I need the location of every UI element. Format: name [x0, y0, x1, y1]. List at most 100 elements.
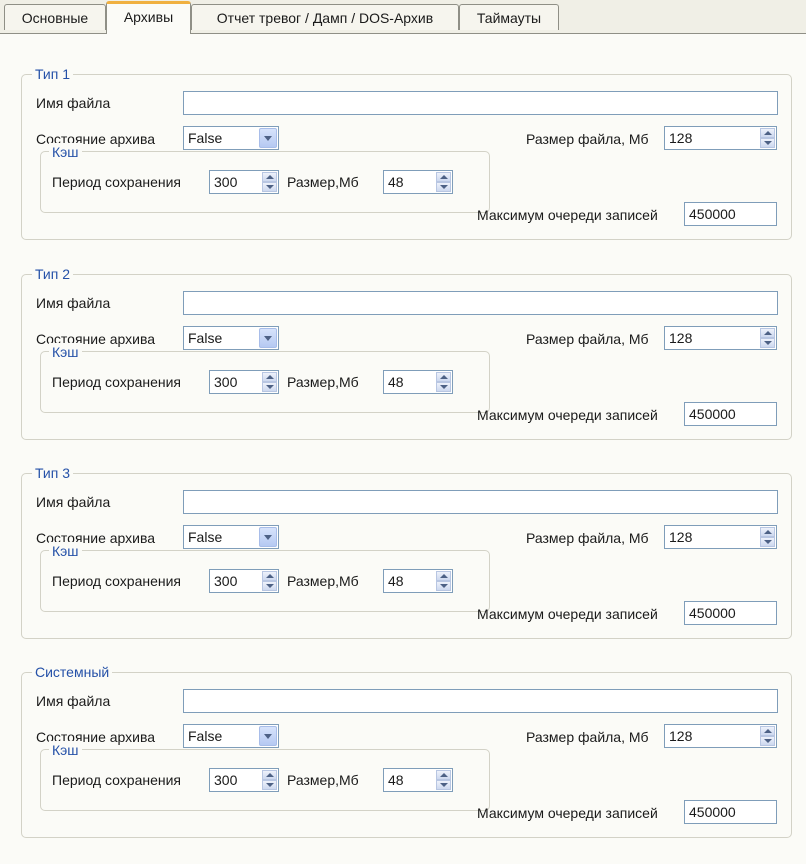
group-type-1: Тип 1 Имя файла Состояние архива False Р…	[21, 65, 792, 240]
spin-down-icon[interactable]	[436, 382, 451, 392]
spin-down-icon[interactable]	[760, 537, 775, 547]
cache-size-label: Размер,Мб	[287, 174, 359, 190]
spin-down-icon[interactable]	[436, 182, 451, 192]
file-size-spinner[interactable]: 128	[664, 326, 777, 350]
cache-size-spinner[interactable]: 48	[383, 370, 453, 394]
spin-up-icon[interactable]	[436, 571, 451, 581]
save-period-label: Период сохранения	[52, 573, 182, 589]
archives-pane: Тип 1 Имя файла Состояние архива False Р…	[0, 34, 806, 864]
max-queue-input[interactable]: 450000	[684, 601, 777, 625]
cache-size-label: Размер,Мб	[287, 573, 359, 589]
file-size-label: Размер файла, Мб	[526, 331, 649, 347]
cache-title: Кэш	[49, 143, 82, 161]
archive-state-value: False	[188, 330, 223, 346]
spin-up-icon[interactable]	[436, 372, 451, 382]
group-system: Системный Имя файла Состояние архива Fal…	[21, 663, 792, 838]
file-name-label: Имя файла	[36, 295, 111, 311]
spin-up-icon[interactable]	[436, 172, 451, 182]
spin-up-icon[interactable]	[262, 571, 277, 581]
spin-up-icon[interactable]	[760, 128, 775, 138]
save-period-value: 300	[214, 174, 238, 190]
tab-timeouts[interactable]: Таймауты	[459, 4, 559, 30]
tab-strip: Основные Архивы Отчет тревог / Дамп / DO…	[0, 0, 806, 34]
group-title: Тип 2	[32, 265, 74, 283]
spin-down-icon[interactable]	[262, 382, 277, 392]
save-period-spinner[interactable]: 300	[209, 370, 279, 394]
cache-size-label: Размер,Мб	[287, 374, 359, 390]
spin-up-icon[interactable]	[262, 770, 277, 780]
archive-state-select[interactable]: False	[183, 724, 279, 748]
cache-group: Кэш Период сохранения 300 Размер,Мб 48	[40, 542, 490, 612]
tab-alarm-report[interactable]: Отчет тревог / Дамп / DOS-Архив	[191, 4, 459, 30]
max-queue-label: Максимум очереди записей	[477, 207, 658, 223]
cache-size-label: Размер,Мб	[287, 772, 359, 788]
cache-title: Кэш	[49, 542, 82, 560]
file-size-spinner[interactable]: 128	[664, 126, 777, 150]
save-period-value: 300	[214, 772, 238, 788]
cache-size-value: 48	[388, 573, 404, 589]
spin-up-icon[interactable]	[760, 527, 775, 537]
archive-state-select[interactable]: False	[183, 326, 279, 350]
spin-up-icon[interactable]	[760, 726, 775, 736]
archive-state-select[interactable]: False	[183, 525, 279, 549]
spin-down-icon[interactable]	[262, 182, 277, 192]
cache-size-spinner[interactable]: 48	[383, 768, 453, 792]
cache-size-value: 48	[388, 772, 404, 788]
chevron-down-icon[interactable]	[259, 726, 277, 746]
file-name-input[interactable]	[183, 291, 778, 315]
file-name-label: Имя файла	[36, 494, 111, 510]
cache-size-value: 48	[388, 374, 404, 390]
max-queue-input[interactable]: 450000	[684, 800, 777, 824]
file-size-value: 128	[669, 130, 693, 146]
tab-main[interactable]: Основные	[4, 4, 106, 30]
max-queue-label: Максимум очереди записей	[477, 606, 658, 622]
file-name-label: Имя файла	[36, 95, 111, 111]
file-size-spinner[interactable]: 128	[664, 724, 777, 748]
cache-title: Кэш	[49, 741, 82, 759]
file-size-label: Размер файла, Мб	[526, 530, 649, 546]
file-name-input[interactable]	[183, 91, 778, 115]
chevron-down-icon[interactable]	[259, 128, 277, 148]
cache-size-spinner[interactable]: 48	[383, 569, 453, 593]
spin-down-icon[interactable]	[262, 780, 277, 790]
save-period-spinner[interactable]: 300	[209, 569, 279, 593]
spin-down-icon[interactable]	[760, 736, 775, 746]
cache-group: Кэш Период сохранения 300 Размер,Мб 48	[40, 143, 490, 213]
chevron-down-icon[interactable]	[259, 328, 277, 348]
spin-down-icon[interactable]	[262, 581, 277, 591]
save-period-value: 300	[214, 573, 238, 589]
cache-group: Кэш Период сохранения 300 Размер,Мб 48	[40, 741, 490, 811]
cache-size-value: 48	[388, 174, 404, 190]
cache-title: Кэш	[49, 343, 82, 361]
spin-up-icon[interactable]	[436, 770, 451, 780]
save-period-spinner[interactable]: 300	[209, 170, 279, 194]
group-title: Системный	[32, 663, 113, 681]
spin-down-icon[interactable]	[436, 780, 451, 790]
chevron-down-icon[interactable]	[259, 527, 277, 547]
file-name-label: Имя файла	[36, 693, 111, 709]
archive-state-value: False	[188, 728, 223, 744]
file-size-value: 128	[669, 330, 693, 346]
file-size-value: 128	[669, 529, 693, 545]
spin-down-icon[interactable]	[436, 581, 451, 591]
max-queue-label: Максимум очереди записей	[477, 407, 658, 423]
file-size-label: Размер файла, Мб	[526, 729, 649, 745]
archive-state-select[interactable]: False	[183, 126, 279, 150]
max-queue-input[interactable]: 450000	[684, 202, 777, 226]
file-size-spinner[interactable]: 128	[664, 525, 777, 549]
group-title: Тип 1	[32, 65, 74, 83]
save-period-spinner[interactable]: 300	[209, 768, 279, 792]
file-name-input[interactable]	[183, 689, 778, 713]
spin-up-icon[interactable]	[262, 172, 277, 182]
cache-size-spinner[interactable]: 48	[383, 170, 453, 194]
tab-archives[interactable]: Архивы	[106, 1, 191, 34]
spin-down-icon[interactable]	[760, 338, 775, 348]
spin-up-icon[interactable]	[760, 328, 775, 338]
file-name-input[interactable]	[183, 490, 778, 514]
file-size-value: 128	[669, 728, 693, 744]
max-queue-input[interactable]: 450000	[684, 402, 777, 426]
archive-state-value: False	[188, 529, 223, 545]
spin-up-icon[interactable]	[262, 372, 277, 382]
save-period-label: Период сохранения	[52, 374, 182, 390]
spin-down-icon[interactable]	[760, 138, 775, 148]
